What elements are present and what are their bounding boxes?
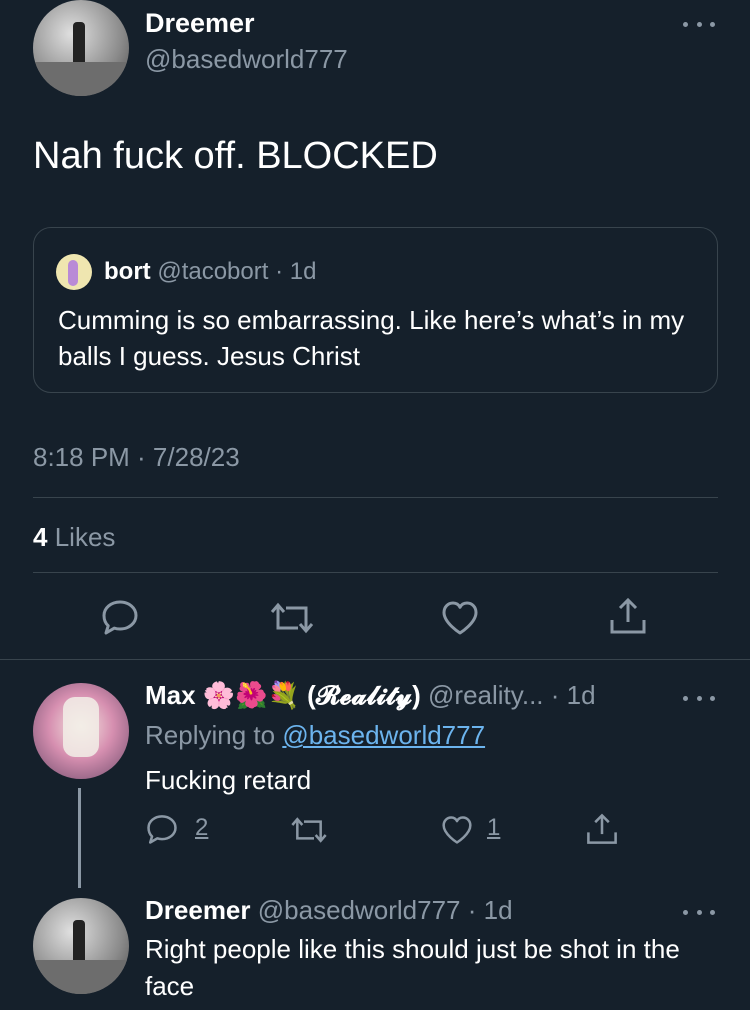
retweet-icon[interactable] bbox=[270, 600, 314, 636]
retweet-icon[interactable] bbox=[290, 815, 328, 845]
divider bbox=[33, 497, 718, 498]
heart-icon[interactable] bbox=[440, 815, 474, 845]
reply-icon[interactable] bbox=[145, 813, 179, 845]
reply-author-handle[interactable]: @reality... bbox=[428, 680, 544, 710]
reply-avatar[interactable] bbox=[33, 898, 129, 994]
likes-count: 4 bbox=[33, 522, 48, 552]
tweet-text: Nah fuck off. BLOCKED bbox=[33, 135, 438, 177]
section-divider bbox=[0, 659, 750, 660]
reply-more-icon[interactable] bbox=[683, 906, 715, 918]
reply-count: 2 bbox=[195, 814, 209, 841]
quoted-author-handle: @tacobort bbox=[157, 258, 269, 285]
reply-icon[interactable] bbox=[100, 598, 140, 636]
replying-to-link[interactable]: @basedworld777 bbox=[282, 720, 485, 750]
thread-line bbox=[78, 788, 81, 888]
reply-age: · 1d bbox=[467, 895, 513, 925]
reply-age: · 1d bbox=[550, 680, 596, 710]
divider bbox=[33, 572, 718, 573]
reply-author-tag: (𝓡𝓮𝓪𝓵𝓲𝓽𝔂) bbox=[307, 680, 421, 710]
reply-avatar[interactable] bbox=[33, 683, 129, 779]
reply-text: Right people like this should just be sh… bbox=[145, 934, 680, 1001]
reply-author-name[interactable]: Max bbox=[145, 680, 196, 710]
share-icon[interactable] bbox=[585, 812, 619, 846]
quoted-author-name: bort bbox=[104, 258, 151, 285]
quoted-tweet-card[interactable]: bort @tacobort · 1d Cumming is so embarr… bbox=[33, 227, 718, 393]
reply-author-name[interactable]: Dreemer bbox=[145, 895, 251, 925]
likes-label: Likes bbox=[54, 522, 116, 552]
reply-more-icon[interactable] bbox=[683, 692, 715, 704]
replying-to-label: Replying to bbox=[145, 720, 276, 750]
quoted-text: Cumming is so embarrassing. Like here’s … bbox=[58, 305, 685, 371]
likes-stat[interactable]: 4 Likes bbox=[33, 522, 115, 553]
tweet-timestamp: 8:18 PM · 7/28/23 bbox=[33, 442, 240, 472]
quoted-author-avatar bbox=[56, 254, 92, 290]
more-options-icon[interactable] bbox=[683, 18, 715, 30]
reply-author-emojis: 🌸🌺💐 bbox=[202, 680, 300, 710]
share-icon[interactable] bbox=[608, 596, 648, 636]
author-avatar[interactable] bbox=[33, 0, 129, 96]
heart-icon[interactable] bbox=[440, 600, 480, 636]
author-handle[interactable]: @basedworld777 bbox=[145, 44, 348, 75]
reply-text: Fucking retard bbox=[145, 765, 312, 795]
quoted-age: · 1d bbox=[275, 258, 317, 285]
author-name[interactable]: Dreemer bbox=[145, 8, 255, 39]
reply-author-handle[interactable]: @basedworld777 bbox=[258, 895, 461, 925]
like-count: 1 bbox=[487, 814, 501, 841]
